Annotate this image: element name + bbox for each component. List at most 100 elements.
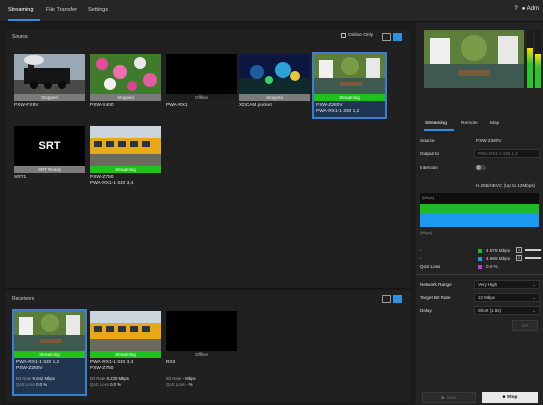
bitrate-graph: [Mbps] <box>420 193 539 227</box>
status-badge: Streaming <box>90 351 161 358</box>
audio-meter-2 <box>535 30 541 88</box>
legend-line-1: - <box>420 248 422 253</box>
right-pane: Streaming Remote Map Source PXW-Z280V Ou… <box>416 22 543 405</box>
delay-label: Delay <box>420 308 432 313</box>
legend-magenta <box>478 265 482 269</box>
bit-rate-value: 9.042 Mbps <box>32 376 55 381</box>
source-tile[interactable]: Stopped PXW-FX9V <box>14 54 85 109</box>
legend-green <box>478 249 482 253</box>
qos-loss-value: 0.0 % <box>486 264 498 269</box>
intercom-toggle[interactable] <box>476 165 486 170</box>
list-view-button[interactable] <box>382 33 391 41</box>
receiver-name: RX3 <box>166 360 176 365</box>
online-only-label: Online Only <box>348 33 374 38</box>
receiver-qos: QoS Loss - % <box>166 382 237 388</box>
source-name: PXW-X400 <box>90 103 114 108</box>
receiver-tile[interactable]: Offline RX3 Bit Rate - Mbps QoS Loss - % <box>166 311 237 388</box>
status-badge: SRT Ready <box>14 166 85 173</box>
chevron-down-icon: ⌄ <box>532 295 536 300</box>
online-only-toggle[interactable]: Online Only <box>341 33 373 38</box>
bit-rate-value: - Mbps <box>182 376 196 381</box>
train-image <box>14 54 85 94</box>
status-badge: Streaming <box>314 94 385 101</box>
user-menu[interactable]: ● Adm <box>522 6 539 12</box>
flowers-image <box>90 54 161 94</box>
bit-rate-label: Bit Rate <box>90 376 106 381</box>
set-button[interactable]: Set <box>512 320 538 331</box>
network-range-label: Network Range <box>420 282 452 287</box>
legend-value-1: 4.976 Mbps <box>486 248 511 253</box>
receivers-list-view-button[interactable] <box>382 295 391 303</box>
river-boats-image <box>424 30 524 88</box>
tab-file-transfer[interactable]: File Transfer <box>46 7 77 13</box>
source-label: Source <box>420 138 435 143</box>
source-thumbnail-night <box>239 54 310 94</box>
legend-blue <box>478 257 482 261</box>
chevron-down-icon: ⌄ <box>532 308 536 313</box>
stop-button[interactable]: ■ Stop <box>482 392 538 403</box>
codec-label: H.265/HEVC (Up to 12Mbps) <box>476 183 536 188</box>
audio-level-1 <box>527 48 533 88</box>
user-name: Adm <box>526 6 539 12</box>
right-tab-streaming[interactable]: Streaming <box>425 121 447 126</box>
receivers-grid-view-button[interactable] <box>393 295 402 303</box>
source-tile[interactable]: Stopped PXW-X400 <box>90 54 161 109</box>
stop-icon: ■ <box>502 395 506 400</box>
header-right: ? ● Adm <box>514 6 539 12</box>
audio-meter-1 <box>527 30 533 88</box>
qos-value: - % <box>186 382 193 387</box>
receiver-thumbnail-empty <box>166 311 237 351</box>
receiver-tile-selected[interactable]: Streaming PWA-RX1-1 SDI 1,2 PXW-Z280V Bi… <box>12 309 87 396</box>
right-tab-remote[interactable]: Remote <box>461 121 478 126</box>
status-badge: Offline <box>166 94 237 101</box>
source-tile-selected[interactable]: Streaming PXW-Z280V PWA-RX1-1 SDI 1,2 <box>312 52 387 119</box>
tab-settings[interactable]: Settings <box>88 7 108 13</box>
source-output: PWA-RX1-1 SDI 3,4 <box>90 181 134 186</box>
right-tab-map[interactable]: Map <box>490 121 499 126</box>
target-bitrate-label: Target Bit Rate <box>420 295 451 300</box>
delay-value: Short (1.5s) <box>478 308 501 313</box>
output-label: Output to <box>420 151 439 156</box>
channel-badge-2: 2 <box>516 255 522 261</box>
delay-select[interactable]: Short (1.5s) ⌄ <box>474 306 540 315</box>
source-tile[interactable]: Offline PWA-RX1 <box>166 54 237 109</box>
receiver-tile[interactable]: Streaming PWA-RX1-1 SDI 3,4 PXW-Z750 Bit… <box>90 311 161 388</box>
source-thumbnail-empty <box>166 54 237 94</box>
status-badge: Offline <box>166 351 237 358</box>
start-button[interactable]: ▶ Start <box>422 392 476 403</box>
start-label: Start <box>446 396 457 401</box>
intercom-label: Intercom <box>420 165 438 170</box>
status-badge: Stopped <box>239 94 310 101</box>
settings-divider <box>416 274 543 275</box>
target-bitrate-value: 12 Mbps <box>478 295 495 300</box>
source-name: PWA-RX1 <box>166 103 188 108</box>
online-only-checkbox[interactable] <box>341 33 346 38</box>
network-range-select[interactable]: Very High ⌄ <box>474 280 540 289</box>
stop-label: Stop <box>506 395 518 400</box>
right-tab-indicator <box>424 129 454 131</box>
audio-level-2 <box>535 54 541 88</box>
yellow-train-image <box>90 311 161 351</box>
target-bitrate-select[interactable]: 12 Mbps ⌄ <box>474 293 540 302</box>
level-bar-2 <box>525 257 541 259</box>
source-thumbnail-yellow-train <box>90 126 161 166</box>
section-divider <box>6 288 410 290</box>
help-icon[interactable]: ? <box>514 6 517 12</box>
source-tile[interactable]: Streaming PXW-Z750 PWA-RX1-1 SDI 3,4 <box>90 126 161 187</box>
tab-streaming[interactable]: Streaming <box>8 7 34 13</box>
source-name: SRT1 <box>14 175 27 180</box>
source-thumbnail-train <box>14 54 85 94</box>
legend-value-2: 4.966 Mbps <box>486 256 511 261</box>
top-bar: Streaming File Transfer Settings ? ● Adm <box>0 0 543 22</box>
left-pane: Source Online Only Stopped PXW-FX9V Stop… <box>6 30 410 402</box>
output-select[interactable]: PWA-RX1-1 SDI 1,2 <box>474 149 540 158</box>
chevron-down-icon: ⌄ <box>532 282 536 287</box>
source-tile[interactable]: Stopped XDCAM pocket <box>239 54 310 109</box>
status-badge: Streaming <box>90 166 161 173</box>
grid-view-button[interactable] <box>393 33 402 41</box>
source-tile[interactable]: SRT SRT Ready SRT1 <box>14 126 85 181</box>
graph-unit-bottom: [Mbps] <box>420 230 433 235</box>
qos-value: 0.0 % <box>36 382 48 387</box>
qos-label: QoS Loss <box>16 382 35 387</box>
output-value: PWA-RX1-1 SDI 1,2 <box>478 151 518 156</box>
